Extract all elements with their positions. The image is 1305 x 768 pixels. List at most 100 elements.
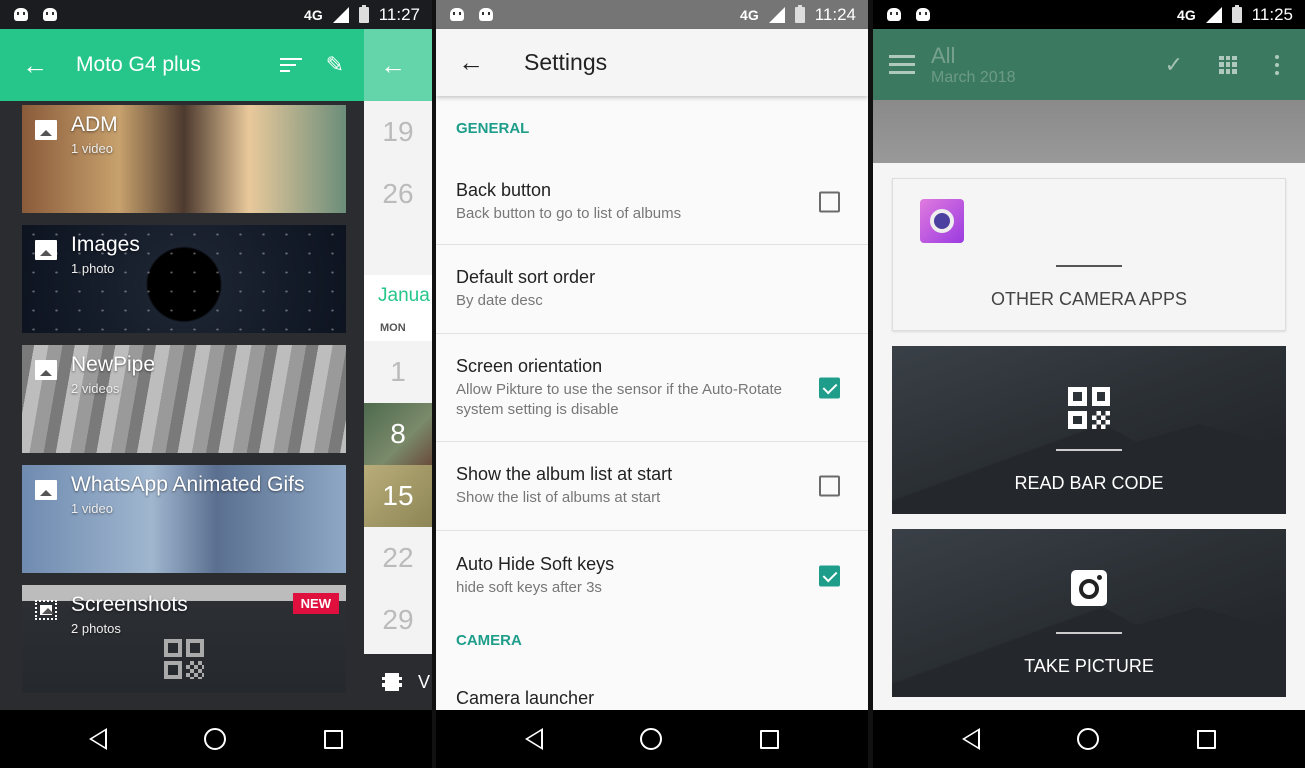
calendar-app-bar: ← — [364, 29, 432, 101]
nav-recents-icon[interactable] — [1197, 729, 1217, 749]
checkbox[interactable] — [819, 475, 840, 497]
check-icon[interactable]: ✓ — [1165, 52, 1183, 78]
signal-icon — [768, 6, 785, 23]
nav-back-icon[interactable] — [88, 728, 107, 750]
pref-back-button[interactable]: Back button Back button to go to list of… — [436, 160, 868, 245]
back-arrow-icon[interactable]: ← — [380, 50, 406, 81]
calendar-weekday: MON — [364, 315, 432, 341]
pref-title: Default sort order — [456, 267, 596, 287]
take-picture-button[interactable]: TAKE PICTURE — [892, 529, 1286, 697]
calendar-day[interactable]: 19 — [364, 101, 432, 163]
camera-icon — [1071, 570, 1107, 606]
section-header-general: GENERAL — [456, 120, 530, 137]
camera-app-icon[interactable] — [920, 199, 964, 243]
calendar-footer: V — [364, 654, 432, 710]
album-card-whatsapp[interactable]: WhatsApp Animated Gifs 1 video — [22, 465, 346, 573]
signal-icon — [1205, 6, 1222, 23]
album-card-adm[interactable]: ADM 1 video — [22, 105, 346, 213]
video-film-icon — [382, 673, 402, 691]
nav-back-icon[interactable] — [961, 728, 980, 750]
pref-show-album-list[interactable]: Show the album list at start Show the li… — [436, 442, 868, 531]
battery-icon — [794, 4, 805, 23]
image-icon — [35, 120, 57, 140]
calendar-day[interactable]: 1 — [364, 341, 432, 403]
pref-camera-launcher[interactable]: Camera launcher — [436, 670, 868, 709]
image-icon — [35, 360, 57, 380]
nav-bar — [436, 710, 868, 768]
card-divider — [1056, 265, 1122, 267]
status-bar: 4G 11:24 — [436, 0, 868, 29]
edit-pencil-icon[interactable]: ✎ — [326, 52, 344, 78]
nav-recents-icon[interactable] — [324, 729, 344, 749]
album-card-newpipe[interactable]: NewPipe 2 videos — [22, 345, 346, 453]
album-count: 1 video — [71, 141, 113, 156]
grid-view-icon[interactable] — [1219, 55, 1237, 74]
sort-icon[interactable] — [279, 58, 302, 72]
app-bar: All March 2018 ✓ — [873, 29, 1305, 100]
album-count: 1 photo — [71, 261, 115, 276]
nav-bar — [0, 710, 432, 768]
new-badge: NEW — [292, 593, 339, 614]
card-divider — [1056, 449, 1122, 451]
checkbox[interactable] — [819, 377, 840, 398]
read-bar-code-button[interactable]: READ BAR CODE — [892, 346, 1286, 514]
album-count: 2 videos — [71, 381, 120, 396]
settings-screen: 4G 11:24 ← Settings GENERAL Back button … — [436, 0, 868, 768]
back-arrow-icon[interactable]: ← — [22, 52, 48, 78]
battery-icon — [1231, 4, 1242, 23]
back-arrow-icon[interactable]: ← — [458, 47, 484, 78]
other-camera-apps-button[interactable]: OTHER CAMERA APPS — [892, 178, 1286, 331]
blurred-background — [873, 100, 1305, 163]
calendar-panel: ← 19 26 Janua MON 1 8 15 22 29 V — [364, 29, 432, 710]
checkbox[interactable] — [819, 565, 840, 586]
album-name: ADM — [71, 113, 118, 136]
pref-summary: By date desc — [456, 292, 543, 309]
notification-android-icon — [887, 8, 901, 21]
hamburger-menu-icon[interactable] — [889, 55, 915, 74]
card-label: READ BAR CODE — [1014, 473, 1164, 493]
pref-default-sort-order[interactable]: Default sort order By date desc — [436, 245, 868, 334]
more-options-icon[interactable] — [1275, 54, 1279, 75]
album-card-screenshots[interactable]: Screenshots 2 photos NEW — [22, 585, 346, 693]
album-card-images[interactable]: Images 1 photo — [22, 225, 346, 333]
image-icon — [35, 480, 57, 500]
page-title: Settings — [524, 49, 608, 75]
calendar-day[interactable]: 8 — [364, 403, 432, 465]
clock: 11:27 — [378, 4, 420, 24]
clock: 11:25 — [1251, 4, 1293, 24]
app-bar: ← Settings — [436, 29, 868, 96]
notification-android-icon — [43, 8, 57, 21]
notification-android-icon — [14, 8, 28, 21]
status-bar: 4G 11:27 — [0, 0, 432, 29]
nav-home-icon[interactable] — [640, 728, 663, 750]
page-title: All — [931, 42, 956, 68]
qr-code-icon — [1068, 387, 1110, 429]
camera-options: OTHER CAMERA APPS READ BAR CODE TAKE PIC… — [892, 178, 1286, 712]
album-count: 1 video — [71, 501, 113, 516]
calendar-day[interactable]: 22 — [364, 527, 432, 589]
nav-recents-icon[interactable] — [760, 729, 780, 749]
image-icon — [35, 240, 57, 260]
notification-android-icon — [479, 8, 493, 21]
nav-back-icon[interactable] — [524, 728, 543, 750]
page-subtitle: March 2018 — [931, 68, 1016, 86]
pref-summary: Back button to go to list of albums — [456, 205, 682, 222]
pref-summary: hide soft keys after 3s — [456, 578, 602, 596]
checkbox[interactable] — [819, 191, 840, 213]
nav-home-icon[interactable] — [1077, 728, 1100, 750]
footer-text: V — [418, 671, 431, 692]
pref-auto-hide-soft-keys[interactable]: Auto Hide Soft keys hide soft keys after… — [436, 531, 868, 620]
gallery-screen: 4G 11:27 ← Moto G4 plus ✎ ADM 1 video Im… — [0, 0, 432, 768]
nav-home-icon[interactable] — [204, 728, 227, 750]
camera-screen: 4G 11:25 All March 2018 ✓ OTHER CAMERA A… — [873, 0, 1305, 768]
album-count: 2 photos — [71, 621, 121, 636]
pref-screen-orientation[interactable]: Screen orientation Allow Pikture to use … — [436, 334, 868, 442]
network-type: 4G — [1177, 6, 1196, 23]
album-name: NewPipe — [71, 353, 156, 376]
calendar-day[interactable]: 29 — [364, 589, 432, 651]
pref-title: Screen orientation — [456, 355, 603, 376]
pref-title: Show the album list at start — [456, 464, 673, 484]
calendar-day[interactable]: 15 — [364, 465, 432, 527]
pref-title: Auto Hide Soft keys — [456, 553, 615, 574]
calendar-day[interactable]: 26 — [364, 163, 432, 225]
